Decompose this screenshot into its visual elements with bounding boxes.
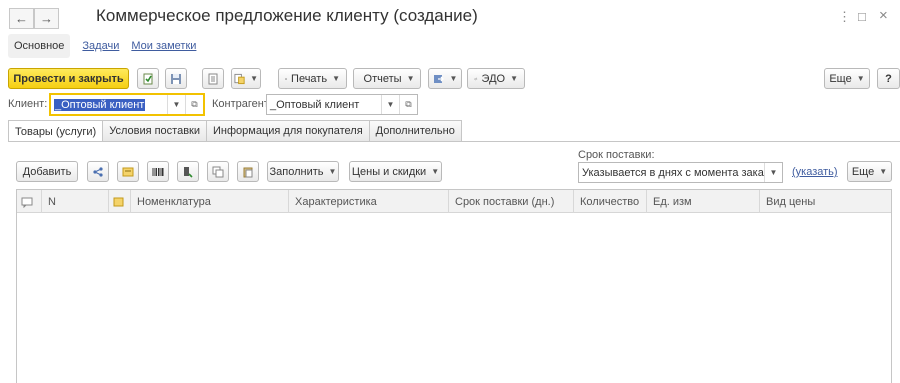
client-field[interactable]: _Оптовый клиент ▼ ⧉	[49, 93, 205, 116]
prices-discounts-button[interactable]: Цены и скидки ▼	[349, 161, 442, 182]
fill-label: Заполнить	[269, 165, 324, 178]
counterparty-input[interactable]: _Оптовый клиент	[267, 99, 381, 111]
col-flag[interactable]	[109, 190, 131, 213]
chevron-down-icon: ▼	[879, 167, 888, 176]
tab-additional[interactable]: Дополнительно	[368, 120, 462, 141]
col-quantity[interactable]: Количество	[574, 190, 647, 213]
barcode-icon	[152, 167, 164, 176]
nav-notes[interactable]: Мои заметки	[131, 40, 196, 52]
chevron-down-icon: ▼	[332, 74, 340, 83]
chevron-down-icon[interactable]: ▼	[167, 95, 185, 114]
tab-bar: Товары (услуги) Условия поставки Информа…	[8, 120, 462, 142]
chevron-down-icon: ▼	[449, 74, 458, 83]
goods-more-button[interactable]: Еще ▼	[847, 161, 892, 182]
more-button[interactable]: Еще ▼	[824, 68, 870, 89]
paste-rows-button[interactable]	[237, 161, 259, 182]
chevron-down-icon: ▼	[510, 74, 518, 83]
restore-window-icon[interactable]: □	[858, 9, 866, 24]
reports-button[interactable]: Отчеты ▼	[353, 68, 421, 89]
post-and-close-button[interactable]: Провести и закрыть	[8, 68, 129, 89]
print-button[interactable]: Печать ▼	[278, 68, 347, 89]
col-delivery-days[interactable]: Срок поставки (дн.)	[449, 190, 574, 213]
page-title: Коммерческое предложение клиенту (создан…	[96, 6, 478, 25]
chevron-down-icon: ▼	[406, 74, 415, 83]
chevron-down-icon: ▼	[431, 167, 440, 176]
specify-link[interactable]: (указать)	[792, 166, 838, 178]
attach-icon	[433, 74, 444, 83]
add-button[interactable]: Добавить	[16, 161, 78, 182]
open-icon[interactable]: ⧉	[185, 95, 203, 114]
delivery-term-value[interactable]: Указывается в днях с момента заказа	[579, 167, 764, 179]
client-label: Клиент:	[8, 98, 48, 110]
copy-rows-button[interactable]	[207, 161, 229, 182]
share-icon	[93, 166, 103, 177]
comment-icon	[21, 197, 33, 208]
floppy-icon	[171, 73, 181, 84]
paste-icon	[243, 167, 253, 177]
prices-label: Цены и скидки	[351, 165, 427, 178]
help-button[interactable]: ?	[877, 68, 900, 89]
barcode-button[interactable]	[147, 161, 169, 182]
delivery-term-label: Срок поставки:	[578, 149, 655, 161]
col-unit[interactable]: Ед. изм	[647, 190, 760, 213]
arrow-right-icon: →	[40, 11, 53, 26]
tab-buyer-info[interactable]: Информация для покупателя	[206, 120, 370, 141]
pick-icon	[113, 197, 124, 206]
col-price-type[interactable]: Вид цены	[760, 190, 891, 213]
edo-icon	[474, 76, 478, 81]
col-n[interactable]: N	[42, 190, 109, 213]
chevron-down-icon: ▼	[856, 74, 865, 83]
chevron-down-icon[interactable]: ▼	[764, 163, 782, 182]
comment-column-icon	[17, 190, 42, 213]
share-button[interactable]	[87, 161, 109, 182]
more-label: Еще	[829, 72, 852, 85]
forward-button[interactable]: →	[34, 8, 59, 29]
printer-icon	[285, 77, 287, 80]
chevron-down-icon[interactable]: ▼	[381, 95, 399, 114]
section-nav: Основное Задачи Мои заметки	[8, 33, 196, 59]
list-doc-icon	[208, 73, 218, 84]
attachments-button[interactable]: ▼	[428, 68, 462, 89]
chevron-down-icon: ▼	[250, 74, 258, 83]
tab-divider	[8, 141, 900, 142]
tab-delivery-terms[interactable]: Условия поставки	[102, 120, 208, 141]
document-structure-button[interactable]	[202, 68, 224, 89]
save-button[interactable]	[165, 68, 187, 89]
nav-tasks[interactable]: Задачи	[82, 40, 119, 52]
fill-button[interactable]: Заполнить ▼	[267, 161, 339, 182]
create-based-on-button[interactable]: ▼	[231, 68, 261, 89]
table-header: N Номенклатура Характеристика Срок поста…	[17, 190, 891, 213]
col-characteristic[interactable]: Характеристика	[289, 190, 449, 213]
goods-table[interactable]: N Номенклатура Характеристика Срок поста…	[16, 189, 892, 383]
reports-label: Отчеты	[363, 72, 402, 85]
terminal-icon	[184, 166, 193, 178]
copy-icon	[212, 166, 224, 177]
print-label: Печать	[291, 72, 328, 85]
goods-more-label: Еще	[851, 165, 875, 178]
post-button[interactable]	[137, 68, 159, 89]
chevron-down-icon: ▼	[328, 167, 337, 176]
counterparty-field[interactable]: _Оптовый клиент ▼ ⧉	[266, 94, 418, 115]
client-input[interactable]: _Оптовый клиент	[54, 98, 146, 111]
counterparty-label: Контрагент:	[212, 98, 272, 110]
delivery-term-select[interactable]: Указывается в днях с момента заказа ▼	[578, 162, 783, 183]
tab-goods[interactable]: Товары (услуги)	[8, 120, 104, 142]
arrow-left-icon: ←	[15, 11, 28, 26]
post-document-icon	[143, 73, 153, 84]
pick-icon	[122, 167, 134, 176]
open-icon[interactable]: ⧉	[399, 95, 417, 114]
edo-label: ЭДО	[481, 72, 506, 85]
create-based-icon	[234, 73, 245, 84]
nav-main[interactable]: Основное	[8, 34, 71, 58]
load-from-terminal-button[interactable]	[177, 161, 199, 182]
col-nomenclature[interactable]: Номенклатура	[131, 190, 289, 213]
more-menu-icon[interactable]: ⋮	[838, 9, 851, 25]
close-window-icon[interactable]: ×	[879, 7, 888, 24]
select-button[interactable]	[117, 161, 139, 182]
back-button[interactable]: ←	[9, 8, 34, 29]
edo-button[interactable]: ЭДО ▼	[467, 68, 525, 89]
